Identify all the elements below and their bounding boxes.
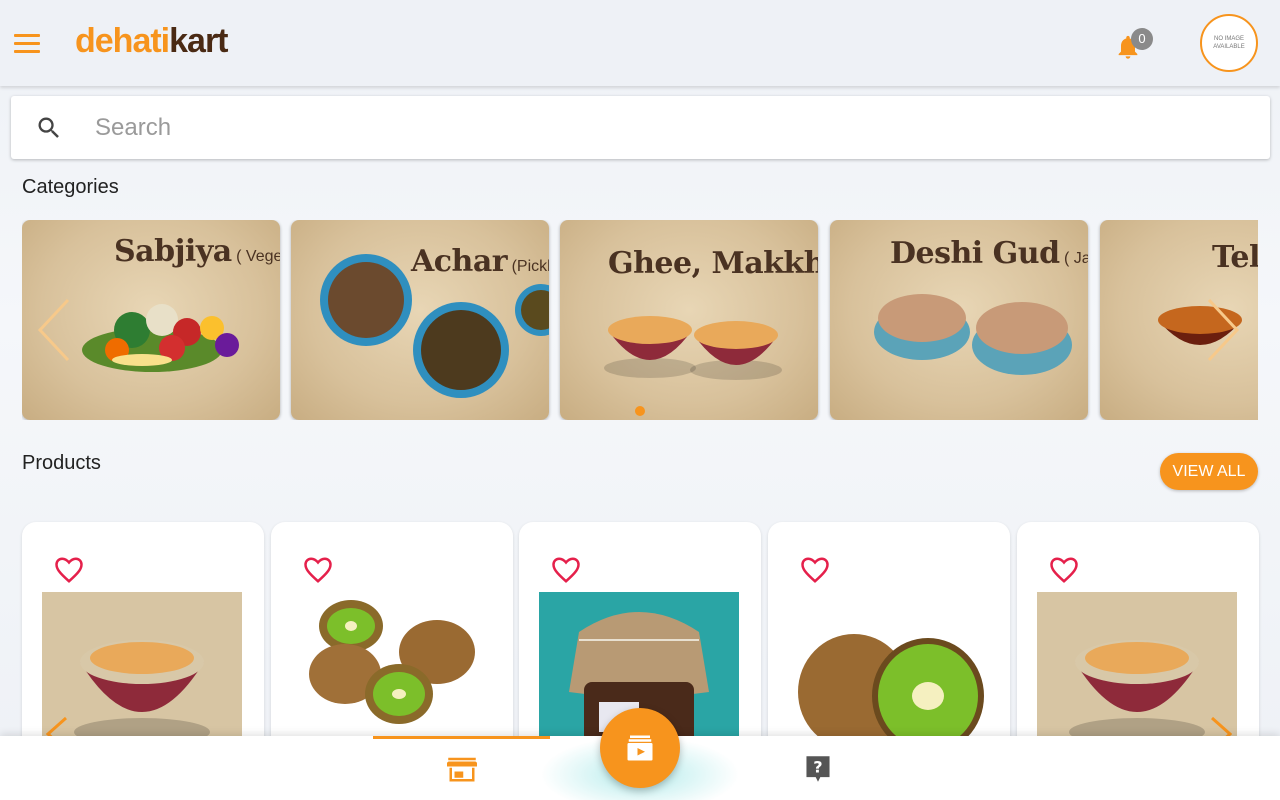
carousel-prev-arrow-icon[interactable]: [36, 296, 72, 364]
category-sub: ( Vegeta: [236, 248, 280, 265]
category-card-achar[interactable]: Achar (Pickle): [291, 220, 549, 420]
heart-icon[interactable]: [1049, 556, 1079, 584]
orders-fab-button[interactable]: [600, 708, 680, 788]
category-name: Ghee, Makkhan: [608, 246, 818, 281]
category-card-deshi-gud[interactable]: Deshi Gud ( Jagger: [830, 220, 1088, 420]
category-name: Sabjiya: [114, 234, 232, 269]
category-sub: ( Jagger: [1064, 250, 1088, 267]
products-title: Products: [22, 452, 101, 474]
categories-title: Categories: [22, 176, 119, 198]
search-input[interactable]: [95, 106, 1245, 150]
carousel-active-dot: [635, 406, 645, 416]
shop-icon[interactable]: [447, 756, 477, 782]
category-name: Achar: [411, 244, 508, 279]
logo-part2: kart: [169, 22, 228, 60]
category-label: Ghee, Makkhan (D: [608, 246, 818, 281]
orders-icon: [627, 735, 653, 761]
heart-icon[interactable]: [551, 556, 581, 584]
search-bar: [11, 96, 1270, 159]
heart-icon[interactable]: [303, 556, 333, 584]
heart-icon[interactable]: [54, 556, 84, 584]
notification-count-badge: 0: [1131, 28, 1153, 50]
category-name: Deshi Gud: [890, 236, 1060, 271]
logo-part1: dehati: [75, 22, 170, 60]
category-label: Achar (Pickle): [411, 244, 549, 279]
category-label: Deshi Gud ( Jagger: [890, 236, 1088, 271]
heart-icon[interactable]: [800, 556, 830, 584]
category-label: Tel: [1212, 240, 1258, 275]
carousel-next-arrow-icon[interactable]: [1205, 296, 1241, 364]
active-tab-indicator: [373, 736, 550, 739]
category-name: Tel: [1212, 240, 1258, 275]
category-sub: (Pickle): [511, 258, 549, 275]
categories-carousel[interactable]: Sabjiya ( Vegeta Achar (Pickle) Gh: [22, 220, 1258, 420]
app-logo[interactable]: dehatikart: [75, 22, 229, 61]
app-header: dehatikart 0 NO IMAGE AVAILABLE: [0, 0, 1280, 86]
category-label: Sabjiya ( Vegeta: [114, 234, 280, 269]
search-icon: [38, 117, 59, 138]
avatar[interactable]: NO IMAGE AVAILABLE: [1200, 14, 1258, 72]
view-all-button[interactable]: VIEW ALL: [1160, 453, 1258, 490]
help-icon[interactable]: ?: [804, 754, 832, 784]
svg-text:?: ?: [813, 757, 822, 776]
category-card-ghee-makkhan[interactable]: Ghee, Makkhan (D: [560, 220, 818, 420]
menu-icon[interactable]: [14, 34, 40, 54]
